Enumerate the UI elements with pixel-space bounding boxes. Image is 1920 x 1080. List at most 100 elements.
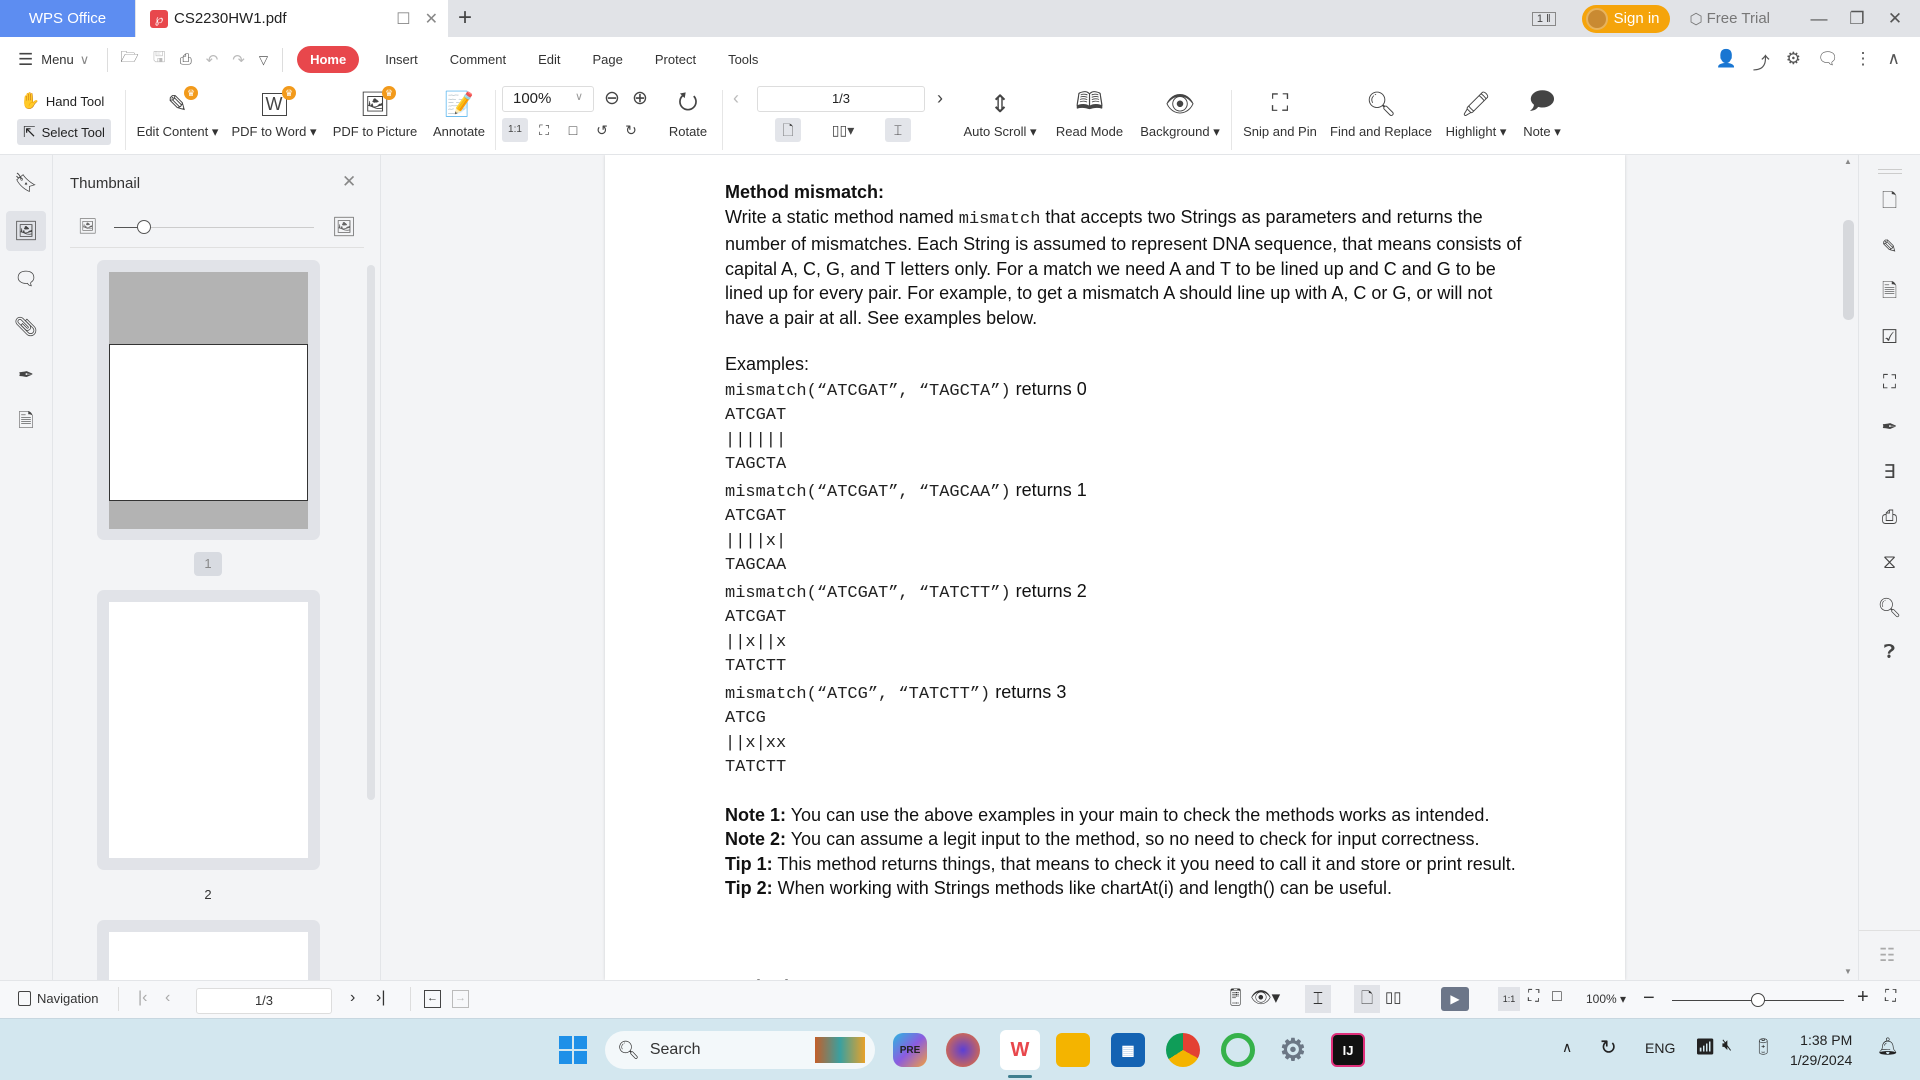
- green-ring-app-icon[interactable]: [1221, 1033, 1255, 1067]
- edit-document-icon[interactable]: ✎: [1859, 225, 1920, 270]
- customize-toolbar-icon[interactable]: ▽: [259, 53, 268, 67]
- pen-sign-icon[interactable]: ✒: [1859, 405, 1920, 450]
- intellij-icon[interactable]: IJ: [1331, 1033, 1365, 1067]
- edit-content-button[interactable]: ✎ ♛ Edit Content ▾: [135, 84, 220, 140]
- collapse-ribbon-icon[interactable]: ∧: [1888, 49, 1900, 74]
- continuous-scroll-icon[interactable]: ⌶: [1305, 985, 1331, 1013]
- sync-icon[interactable]: ↻: [1600, 1035, 1617, 1060]
- volume-muted-icon[interactable]: 🔇︎: [1722, 1037, 1732, 1055]
- single-page-icon[interactable]: 🗋: [1354, 985, 1380, 1013]
- previous-page-icon[interactable]: ‹: [165, 989, 170, 1007]
- large-thumbnail-icon[interactable]: 🖼︎: [332, 215, 356, 239]
- select-tool-button[interactable]: ⇱ Select Tool: [17, 119, 111, 145]
- thumbnail-scrollbar[interactable]: [367, 265, 375, 800]
- pdf-to-word-icon[interactable]: 🗎︎: [6, 403, 46, 443]
- close-tab-icon[interactable]: ✕: [425, 9, 438, 29]
- save-icon[interactable]: 🖫: [153, 47, 166, 72]
- print-icon[interactable]: ⎙: [1859, 495, 1920, 540]
- menu-button[interactable]: Menu: [41, 52, 74, 67]
- zoom-out-icon[interactable]: ⊖: [604, 87, 620, 110]
- help-icon[interactable]: ❓︎: [1859, 630, 1920, 675]
- share-icon[interactable]: ⤴: [1753, 49, 1770, 74]
- fullscreen-icon[interactable]: ⛶: [1885, 988, 1896, 1006]
- background-button[interactable]: 👁 Background ▾: [1138, 84, 1222, 140]
- tab-home[interactable]: Home: [297, 46, 360, 73]
- read-mode-button[interactable]: 🕮 Read Mode: [1052, 84, 1127, 140]
- previous-page-icon[interactable]: ‹: [733, 88, 739, 109]
- tab-protect[interactable]: Protect: [655, 52, 696, 67]
- tab-edit[interactable]: Edit: [538, 52, 560, 67]
- microsoft-store-icon[interactable]: ▦: [1111, 1033, 1145, 1067]
- vertical-scrollbar[interactable]: ▲ ▼: [1840, 155, 1857, 980]
- share-user-icon[interactable]: 👤: [1716, 49, 1737, 74]
- new-tab-button[interactable]: +: [458, 4, 472, 32]
- rotate-left-icon[interactable]: ↺: [589, 118, 615, 142]
- tab-insert[interactable]: Insert: [385, 52, 418, 67]
- settings-gear-icon[interactable]: ⚙: [1276, 1033, 1310, 1067]
- fit-width-icon[interactable]: □: [1552, 988, 1562, 1006]
- pin-tab-icon[interactable]: ☐: [396, 9, 410, 29]
- next-page-icon[interactable]: ›: [350, 989, 355, 1007]
- mobile-view-icon[interactable]: 📱︎: [1225, 988, 1247, 1008]
- fit-page-icon[interactable]: ⛶: [1528, 988, 1539, 1006]
- free-trial-button[interactable]: ⬡ Free Trial: [1690, 10, 1770, 28]
- annotate-button[interactable]: 📝 Annotate: [428, 84, 490, 140]
- hand-tool-button[interactable]: ✋ Hand Tool: [20, 88, 104, 114]
- auto-scroll-button[interactable]: ⇕ Auto Scroll ▾: [960, 84, 1040, 140]
- last-page-icon[interactable]: ›|: [376, 989, 385, 1007]
- taskbar-search-box[interactable]: 🔍︎ Search: [605, 1031, 875, 1069]
- search-text-icon[interactable]: 🔍︎: [1859, 585, 1920, 630]
- slider-handle[interactable]: [137, 220, 151, 234]
- firefox-icon[interactable]: [946, 1033, 980, 1067]
- tab-page[interactable]: Page: [593, 52, 623, 67]
- clock[interactable]: 1:38 PM 1/29/2024: [1790, 1030, 1852, 1070]
- ocr-icon[interactable]: ⛶: [1859, 360, 1920, 405]
- fit-width-icon[interactable]: □: [560, 118, 586, 142]
- zoom-slider[interactable]: [1672, 993, 1844, 1007]
- actual-size-icon[interactable]: 1:1: [502, 118, 528, 142]
- continuous-scroll-icon[interactable]: ⌶: [885, 118, 911, 142]
- status-zoom-select[interactable]: 100% ▾: [1586, 992, 1626, 1006]
- zoom-out-button[interactable]: −: [1643, 987, 1655, 1010]
- zoom-in-button[interactable]: +: [1857, 986, 1869, 1009]
- document-tab[interactable]: ℘ CS2230HW1.pdf ☐ ✕: [136, 0, 448, 37]
- page-count-badge[interactable]: 1 ‖: [1531, 11, 1556, 26]
- apps-grid-icon[interactable]: ☷: [1879, 945, 1895, 966]
- status-page-input[interactable]: 1/3: [196, 988, 332, 1014]
- page-thumbnail-1[interactable]: [97, 260, 320, 540]
- first-page-icon[interactable]: |‹: [138, 989, 147, 1007]
- restore-button[interactable]: ❐: [1838, 9, 1876, 29]
- copilot-icon[interactable]: PRE: [893, 1033, 927, 1067]
- page-thumbnail-2[interactable]: [97, 590, 320, 870]
- redo-icon[interactable]: ↷: [232, 51, 245, 69]
- small-thumbnail-icon[interactable]: 🖼︎: [78, 217, 97, 235]
- undo-icon[interactable]: ↶: [206, 51, 219, 69]
- close-window-button[interactable]: ✕: [1876, 9, 1914, 29]
- zoom-in-icon[interactable]: ⊕: [632, 87, 648, 110]
- minimize-button[interactable]: —: [1800, 9, 1838, 29]
- wps-office-tab[interactable]: WPS Office: [0, 0, 135, 37]
- find-and-replace-button[interactable]: 🔍︎ Find and Replace: [1328, 84, 1434, 140]
- scrollbar-thumb[interactable]: [1843, 220, 1854, 320]
- scroll-down-icon[interactable]: ▼: [1844, 967, 1852, 976]
- battery-icon[interactable]: 🔋︎: [1753, 1037, 1773, 1057]
- new-document-icon[interactable]: 🗋: [1859, 180, 1920, 225]
- pdf-to-word-button[interactable]: W ♛ PDF to Word ▾: [230, 84, 318, 140]
- comment-icon[interactable]: 🗨: [1817, 49, 1839, 74]
- tab-comment[interactable]: Comment: [450, 52, 506, 67]
- comments-icon[interactable]: 🗨︎: [6, 259, 46, 299]
- page-number-input[interactable]: 1/3: [757, 86, 925, 112]
- eye-protection-icon[interactable]: 👁︎▾: [1250, 988, 1280, 1008]
- wps-office-taskbar-icon[interactable]: W: [1000, 1030, 1040, 1070]
- single-page-icon[interactable]: 🗋: [775, 118, 801, 142]
- navigation-toggle[interactable]: Navigation: [18, 991, 98, 1006]
- windows-start-button[interactable]: [556, 1033, 590, 1067]
- close-panel-icon[interactable]: ✕: [342, 172, 356, 192]
- rotate-button[interactable]: ⭮ Rotate: [660, 84, 716, 140]
- two-page-icon[interactable]: ▯▯▾: [825, 118, 861, 142]
- language-indicator[interactable]: ENG: [1645, 1040, 1675, 1056]
- snip-and-pin-button[interactable]: ⛶ Snip and Pin: [1240, 84, 1320, 139]
- compare-icon[interactable]: ∃: [1859, 450, 1920, 495]
- zoom-slider-handle[interactable]: [1751, 993, 1765, 1007]
- fill-sign-icon[interactable]: ☑: [1859, 315, 1920, 360]
